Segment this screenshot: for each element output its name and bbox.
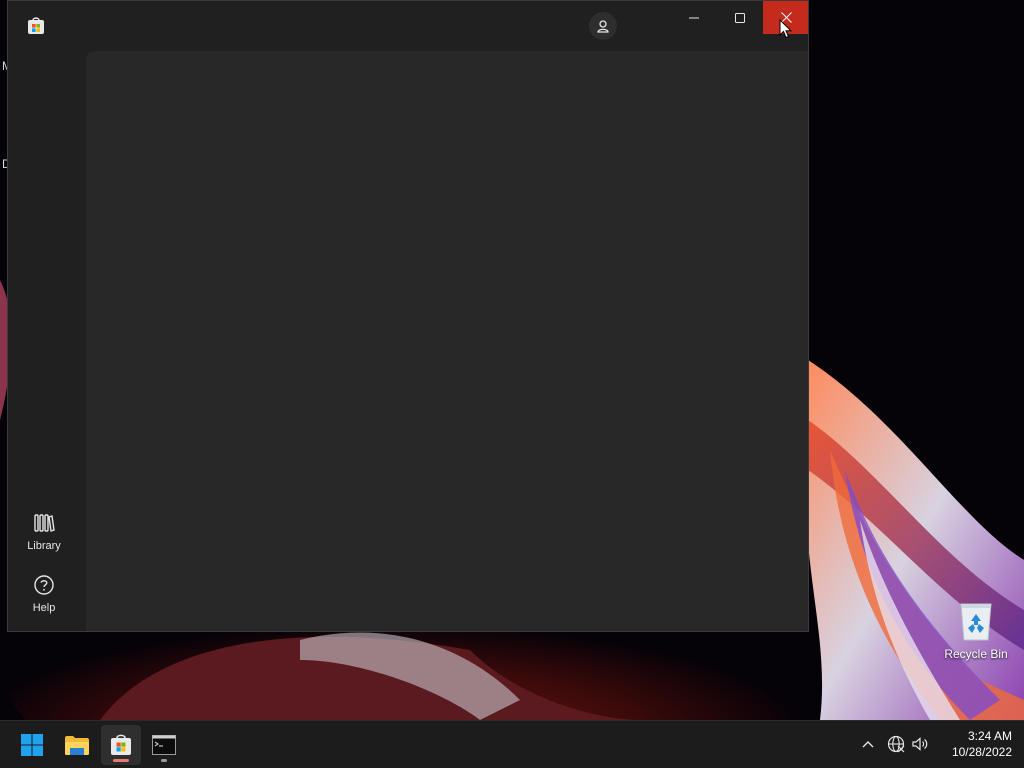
mouse-cursor-icon xyxy=(779,19,792,39)
folder-icon xyxy=(65,736,89,755)
nav-rail-item-help[interactable]: Help xyxy=(8,574,80,630)
taskbar-start-button[interactable] xyxy=(12,725,52,765)
terminal-icon xyxy=(152,735,176,755)
help-icon xyxy=(34,575,54,595)
network-icon[interactable] xyxy=(887,735,905,753)
microsoft-store-window: Library Help xyxy=(7,0,809,632)
windows-start-icon xyxy=(21,734,43,756)
clock-date: 10/28/2022 xyxy=(951,745,1012,759)
account-button[interactable] xyxy=(589,12,617,40)
maximize-icon xyxy=(735,12,745,23)
taskbar-file-explorer[interactable] xyxy=(57,725,97,765)
microsoft-store-icon xyxy=(28,17,44,34)
clock-time: 3:24 AM xyxy=(967,729,1012,743)
nav-rail: Library Help xyxy=(8,51,86,631)
library-icon xyxy=(34,514,55,532)
volume-icon[interactable] xyxy=(911,735,929,753)
active-app-indicator xyxy=(113,759,129,762)
nav-rail-item-label: Library xyxy=(27,540,61,552)
nav-rail-item-library[interactable]: Library xyxy=(8,512,80,568)
recycle-bin-icon xyxy=(960,603,992,641)
title-bar[interactable] xyxy=(8,1,808,51)
recycle-bin-shortcut[interactable]: Recycle Bin xyxy=(940,596,1012,666)
content-pane xyxy=(86,51,808,631)
person-icon xyxy=(597,20,609,33)
chevron-up-icon[interactable] xyxy=(859,735,877,753)
minimize-icon xyxy=(689,17,699,18)
recycle-bin-label: Recycle Bin xyxy=(944,647,1008,661)
taskbar: 3:24 AM 10/28/2022 xyxy=(0,720,1024,768)
maximize-button[interactable] xyxy=(717,1,763,34)
taskbar-clock[interactable]: 3:24 AM 10/28/2022 xyxy=(936,728,1012,760)
taskbar-microsoft-store[interactable] xyxy=(101,725,141,765)
running-app-indicator xyxy=(161,759,167,762)
nav-rail-item-label: Help xyxy=(32,602,56,614)
taskbar-terminal[interactable] xyxy=(144,725,184,765)
minimize-button[interactable] xyxy=(671,1,717,34)
microsoft-store-icon xyxy=(111,734,131,755)
